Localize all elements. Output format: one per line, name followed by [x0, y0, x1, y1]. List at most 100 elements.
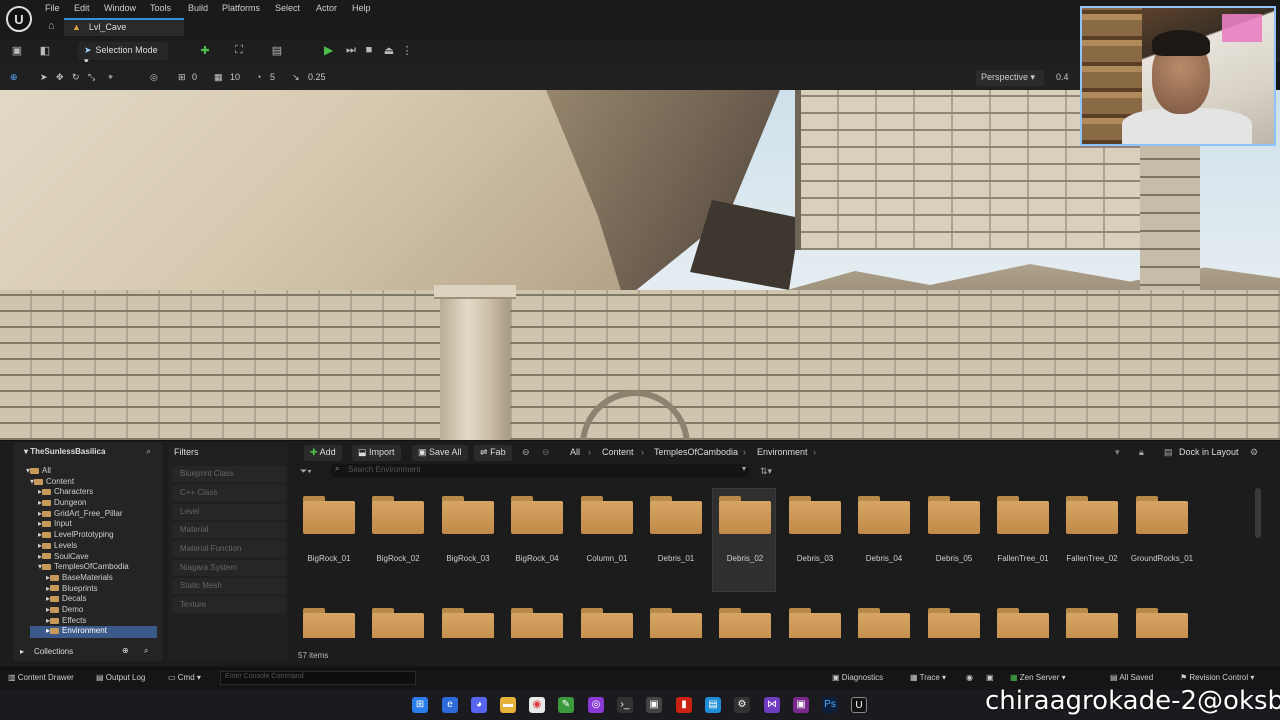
trace-button[interactable]: ▦ Trace ▾ — [910, 673, 946, 682]
unreal-engine-icon[interactable]: U — [851, 697, 867, 713]
windows-start-icon[interactable]: ⊞ — [412, 697, 428, 713]
tree-item-blueprints[interactable]: ▸ Blueprints — [22, 584, 129, 595]
menu-window[interactable]: Window — [104, 3, 136, 13]
import-button[interactable]: ⬓ Import — [352, 445, 401, 461]
camera-speed-value[interactable]: 0.25 — [308, 72, 326, 82]
asset-folder[interactable] — [303, 496, 355, 534]
asset-folder[interactable] — [1136, 496, 1188, 534]
app-icon[interactable]: ⚙ — [734, 697, 750, 713]
content-drawer-button[interactable]: ▥ Content Drawer — [8, 673, 74, 682]
asset-folder[interactable] — [650, 496, 702, 534]
search-collections-icon[interactable]: ⌕ — [144, 646, 148, 656]
tree-item-input[interactable]: ▸ Input — [22, 519, 129, 530]
asset-folder[interactable] — [372, 608, 424, 638]
add-button[interactable]: ✚ Add — [304, 445, 342, 461]
menu-build[interactable]: Build — [188, 3, 208, 13]
rotation-snap-value[interactable]: 10 — [230, 72, 240, 82]
advance-frame-icon[interactable]: ⏭ — [344, 44, 358, 58]
edge-icon[interactable]: e — [442, 697, 458, 713]
unreal-logo-icon[interactable]: U — [6, 6, 32, 32]
asset-folder[interactable] — [442, 496, 494, 534]
notepad-icon[interactable]: ✎ — [558, 697, 574, 713]
filter-cpp-class[interactable]: C++ Class — [172, 485, 286, 501]
dock-in-layout-button[interactable]: Dock in Layout — [1179, 447, 1239, 457]
save-all-button[interactable]: ▣ Save All — [412, 445, 468, 461]
cmd-dropdown[interactable]: ▭ Cmd ▾ — [168, 673, 201, 682]
breadcrumb-dropdown-icon[interactable]: ▾ — [1115, 447, 1120, 458]
history-back-icon[interactable]: ⊖ — [522, 447, 530, 458]
filter-niagara-system[interactable]: Niagara System — [172, 560, 286, 576]
breadcrumb-all[interactable]: All — [570, 447, 580, 457]
filter-material[interactable]: Material — [172, 522, 286, 538]
asset-folder[interactable] — [372, 496, 424, 534]
asset-folder[interactable] — [1066, 496, 1118, 534]
record-icon[interactable]: ◉ — [966, 673, 973, 682]
home-icon[interactable]: ⌂ — [48, 20, 55, 32]
tree-item-characters[interactable]: ▸ Characters — [22, 487, 129, 498]
asset-folder[interactable] — [858, 608, 910, 638]
stop-icon[interactable]: ■ — [362, 44, 376, 58]
asset-folder[interactable] — [719, 608, 771, 638]
asset-folder[interactable] — [442, 608, 494, 638]
surface-snap-icon[interactable]: ⌖ — [108, 72, 113, 83]
breadcrumb-templesofcambodia[interactable]: TemplesOfCambodia — [654, 447, 738, 457]
search-icon[interactable]: ⌕ — [146, 446, 151, 457]
terminal-icon[interactable]: ›_ — [617, 697, 633, 713]
asset-folder[interactable] — [997, 496, 1049, 534]
project-title[interactable]: ▾ TheSunlessBasilica — [14, 443, 162, 461]
app-icon[interactable]: ▮ — [676, 697, 692, 713]
tree-item-soulcave[interactable]: ▸ SoulCave — [22, 552, 129, 563]
asset-folder[interactable] — [581, 496, 633, 534]
add-collection-icon[interactable]: ⊕ — [122, 646, 129, 655]
scale-tool-icon[interactable]: ⤡ — [88, 72, 95, 83]
angle-snap-icon[interactable]: ◔ — [256, 72, 261, 82]
collections-header[interactable]: ▸ Collections ⊕ ⌕ — [14, 645, 162, 661]
menu-tools[interactable]: Tools — [150, 3, 171, 13]
rotate-tool-icon[interactable]: ↻ — [72, 72, 80, 83]
cinematics-icon[interactable]: ▤ — [270, 44, 284, 58]
menu-actor[interactable]: Actor — [316, 3, 337, 13]
app-icon[interactable]: ◎ — [588, 697, 604, 713]
filter-material-function[interactable]: Material Function — [172, 541, 286, 557]
asset-folder[interactable] — [303, 608, 355, 638]
asset-folder[interactable] — [650, 608, 702, 638]
blueprint-icon[interactable]: ⛶ — [232, 44, 246, 58]
breadcrumb-content[interactable]: Content — [602, 447, 634, 457]
filter-blueprint-class[interactable]: Blueprint Class — [172, 466, 286, 482]
photoshop-icon[interactable]: Ps — [822, 697, 838, 713]
tree-item-environment[interactable]: ▸ Environment — [22, 626, 129, 637]
menu-platforms[interactable]: Platforms — [222, 3, 260, 13]
fov-partial-value[interactable]: 0.4 — [1056, 72, 1069, 82]
asset-folder[interactable] — [511, 608, 563, 638]
selection-mode-dropdown[interactable]: ➤ Selection Mode ▾ — [78, 42, 168, 66]
tree-item-levelprototyping[interactable]: ▸ LevelPrototyping — [22, 530, 129, 541]
filter-texture[interactable]: Texture — [172, 597, 286, 613]
settings-icon[interactable]: ⚙ — [1250, 447, 1258, 458]
app-icon[interactable]: ▣ — [646, 697, 662, 713]
tree-item-decals[interactable]: ▸ Decals — [22, 594, 129, 605]
discord-icon[interactable]: ◕ — [471, 697, 487, 713]
tree-item-templesofcambodia[interactable]: ▾ TemplesOfCambodia — [22, 562, 129, 573]
sort-icon[interactable]: ⇅▾ — [760, 466, 772, 477]
view-mode-dropdown[interactable]: Perspective ▾ — [976, 70, 1044, 86]
asset-folder[interactable] — [928, 496, 980, 534]
world-local-icon[interactable]: ◎ — [150, 72, 158, 83]
lock-icon[interactable]: 🔒︎ — [1139, 447, 1144, 458]
visual-studio-icon[interactable]: ⋈ — [764, 697, 780, 713]
select-tool-icon[interactable]: ➤ — [40, 72, 48, 83]
history-forward-icon[interactable]: ⊖ — [542, 447, 550, 458]
file-explorer-icon[interactable]: ▬ — [500, 697, 516, 713]
asset-folder[interactable] — [997, 608, 1049, 638]
rotation-snap-icon[interactable]: ▦ — [214, 72, 223, 83]
transform-icon[interactable]: ⊕ — [10, 72, 18, 83]
asset-folder[interactable] — [789, 496, 841, 534]
zen-server-button[interactable]: ▦ Zen Server ▾ — [1010, 673, 1066, 682]
menu-file[interactable]: File — [45, 3, 60, 13]
diagnostics-button[interactable]: ▣ Diagnostics — [832, 673, 883, 682]
asset-folder[interactable] — [928, 608, 980, 638]
console-command-input[interactable]: Enter Console Command — [220, 671, 416, 685]
app-icon[interactable]: ▤ — [705, 697, 721, 713]
tree-item-gridart[interactable]: ▸ GridArt_Free_Pillar — [22, 509, 129, 520]
move-tool-icon[interactable]: ✥ — [56, 72, 64, 83]
tree-item-dungeon[interactable]: ▸ Dungeon — [22, 498, 129, 509]
